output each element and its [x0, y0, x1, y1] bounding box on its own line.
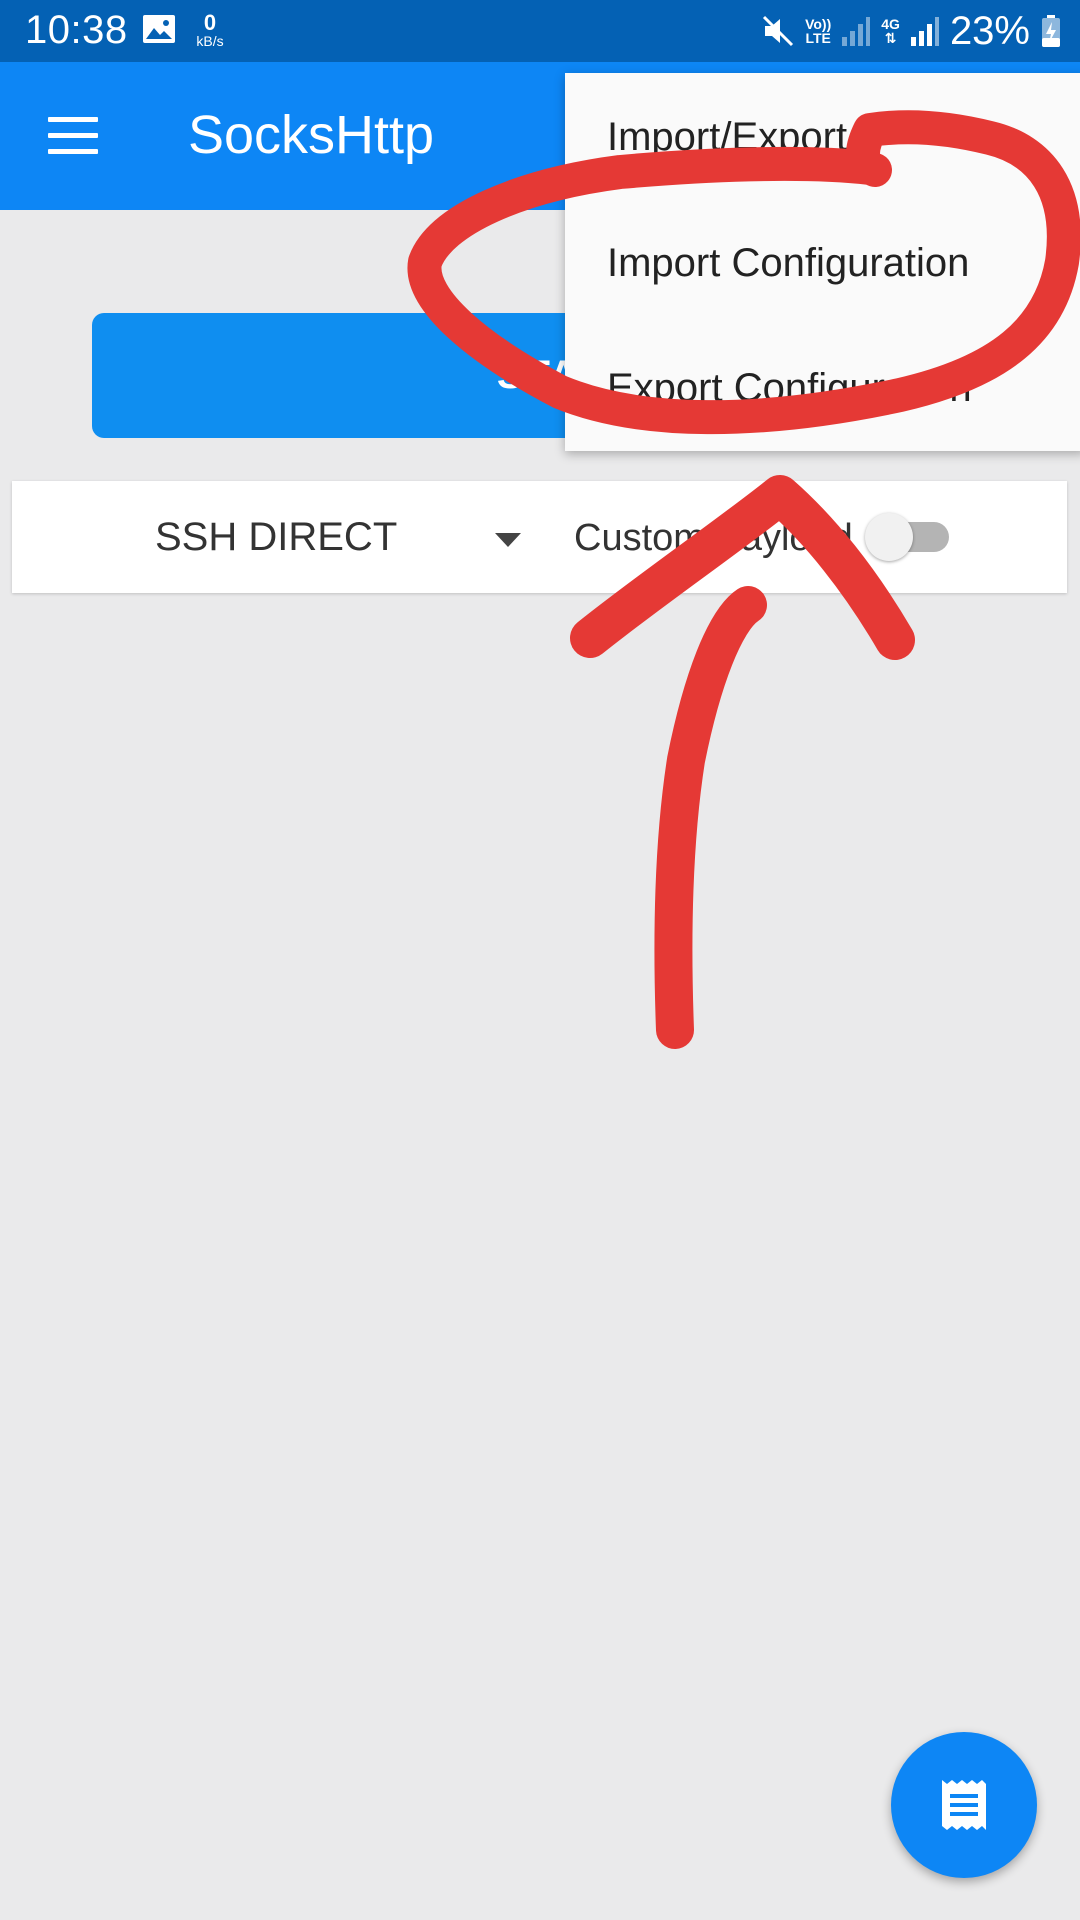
menu-item-import-configuration[interactable]: Import Configuration: [607, 241, 969, 286]
custom-payload-toggle[interactable]: [865, 513, 951, 561]
status-bar: 10:38 0 kB/s Vo)) LTE 4G ⇅ 23%: [0, 0, 1080, 62]
signal-icon: [842, 17, 871, 46]
status-time: 10:38: [25, 8, 128, 52]
battery-charging-icon: [1042, 15, 1060, 47]
gallery-icon: [143, 15, 175, 43]
menu-item-import-export[interactable]: Import/Export: [607, 115, 847, 160]
connection-mode-spinner[interactable]: SSH DIRECT: [155, 515, 397, 560]
annotation-arrow-shaft: [654, 586, 767, 1049]
custom-payload-label: Custom Payload: [574, 517, 853, 559]
log-receipt-icon: [942, 1780, 986, 1830]
network-speed: 0 kB/s: [196, 10, 224, 49]
volte-indicator: Vo)) LTE: [805, 16, 832, 46]
dropdown-arrow-icon[interactable]: [495, 533, 521, 547]
mute-icon: [763, 15, 794, 47]
battery-percent: 23%: [949, 8, 1030, 53]
overflow-menu: Import/Export Import Configuration Expor…: [565, 73, 1080, 451]
hamburger-menu-icon[interactable]: [48, 117, 98, 155]
connection-settings-card: SSH DIRECT Custom Payload: [12, 481, 1067, 593]
app-title: SocksHttp: [188, 105, 435, 165]
network-type: 4G ⇅: [881, 16, 900, 46]
log-fab-button[interactable]: [891, 1732, 1037, 1878]
signal-icon: [910, 17, 939, 46]
menu-item-export-configuration[interactable]: Export Configuration: [607, 366, 972, 411]
